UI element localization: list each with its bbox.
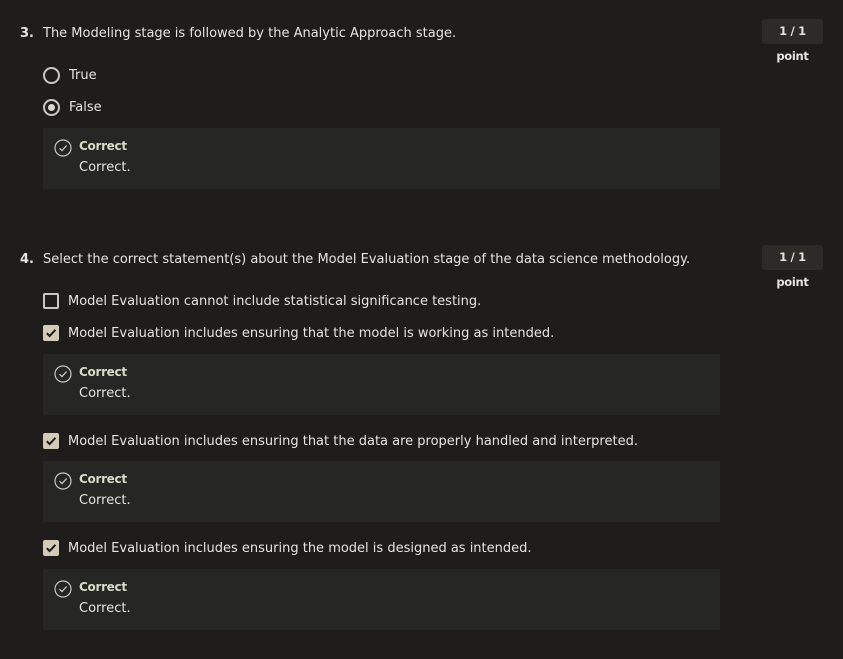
points-badge: 1 / 1 point	[762, 19, 823, 63]
feedback-text: Correct.	[79, 160, 131, 175]
check-circle-icon	[54, 139, 72, 157]
check-circle-icon	[54, 472, 72, 490]
feedback-text: Correct.	[79, 386, 131, 401]
question-text: Select the correct statement(s) about th…	[43, 252, 691, 267]
option-3[interactable]: Model Evaluation includes ensuring that …	[43, 431, 638, 451]
question-text: The Modeling stage is followed by the An…	[43, 26, 457, 41]
option-false[interactable]: False	[43, 97, 102, 117]
feedback-box: Correct Correct.	[43, 128, 720, 189]
points-badge: 1 / 1 point	[762, 245, 823, 289]
feedback-box: Correct Correct.	[43, 461, 720, 522]
option-1[interactable]: Model Evaluation cannot include statisti…	[43, 291, 481, 311]
question-header: 3. The Modeling stage is followed by the …	[20, 24, 740, 44]
checkbox-checked[interactable]	[43, 433, 59, 449]
feedback-title: Correct	[79, 139, 127, 153]
option-label: False	[69, 99, 102, 115]
option-4[interactable]: Model Evaluation includes ensuring the m…	[43, 538, 532, 558]
checkmark-icon	[46, 437, 57, 446]
option-true[interactable]: True	[43, 65, 97, 85]
question-header: 4. Select the correct statement(s) about …	[20, 250, 740, 270]
question-number: 3.	[20, 26, 34, 41]
feedback-title: Correct	[79, 580, 127, 594]
checkbox-checked[interactable]	[43, 325, 59, 341]
feedback-text: Correct.	[79, 601, 131, 616]
feedback-box: Correct Correct.	[43, 354, 720, 415]
check-circle-icon	[54, 580, 72, 598]
option-label: Model Evaluation includes ensuring the m…	[68, 540, 532, 556]
feedback-title: Correct	[79, 365, 127, 379]
option-label: Model Evaluation includes ensuring that …	[68, 433, 638, 449]
checkmark-icon	[46, 544, 57, 553]
checkbox[interactable]	[43, 293, 59, 309]
radio-button[interactable]	[43, 66, 60, 84]
feedback-box: Correct Correct.	[43, 569, 720, 630]
option-label: Model Evaluation cannot include statisti…	[68, 293, 482, 309]
option-2[interactable]: Model Evaluation includes ensuring that …	[43, 323, 554, 343]
question-number: 4.	[20, 252, 34, 267]
feedback-text: Correct.	[79, 493, 131, 508]
check-circle-icon	[54, 365, 72, 383]
checkmark-icon	[46, 329, 57, 338]
checkbox-checked[interactable]	[43, 540, 59, 556]
option-label: Model Evaluation includes ensuring that …	[68, 325, 555, 341]
option-label: True	[69, 67, 97, 83]
radio-button-selected[interactable]	[43, 98, 60, 116]
feedback-title: Correct	[79, 472, 127, 486]
